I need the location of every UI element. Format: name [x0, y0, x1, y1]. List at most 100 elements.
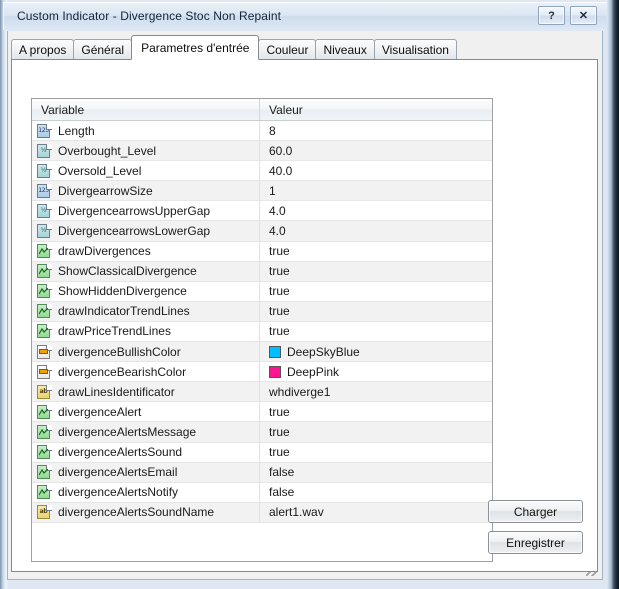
value-text: false — [269, 485, 295, 500]
variable-name: ShowClassicalDivergence — [58, 264, 197, 279]
table-row[interactable]: drawDivergences true — [32, 241, 492, 262]
value-text: DeepSkyBlue — [287, 344, 360, 359]
value-text: 4.0 — [269, 203, 286, 218]
str-type-icon: ab — [37, 505, 52, 520]
value-text: true — [269, 324, 290, 339]
value-cell[interactable]: 1 — [260, 181, 492, 200]
table-row[interactable]: drawPriceTrendLines true — [32, 321, 492, 343]
variable-cell: ½ Overbought_Level — [32, 141, 260, 161]
value-cell[interactable]: false — [260, 483, 492, 502]
value-text: true — [269, 304, 290, 319]
table-row[interactable]: ShowHiddenDivergence true — [32, 281, 492, 302]
table-row[interactable]: drawIndicatorTrendLines true — [32, 301, 492, 322]
variable-name: DivergencearrowsUpperGap — [58, 203, 211, 218]
bool-type-icon — [37, 485, 52, 500]
tab-g-n-ral[interactable]: Général — [73, 39, 133, 60]
color-type-icon — [37, 364, 52, 379]
tab-visualisation[interactable]: Visualisation — [373, 39, 457, 60]
save-button[interactable]: Enregistrer — [488, 531, 583, 554]
value-cell[interactable]: alert1.wav — [260, 503, 492, 522]
table-row[interactable]: ab divergenceAlertsSoundName alert1.wav — [32, 502, 492, 523]
table-row[interactable]: ½ Oversold_Level 40.0 — [32, 161, 492, 182]
variable-name: DivergearrowSize — [58, 183, 153, 198]
table-row[interactable]: ½ DivergencearrowsLowerGap 4.0 — [32, 221, 492, 242]
table-row[interactable]: ShowClassicalDivergence true — [32, 261, 492, 282]
table-row[interactable]: ½ DivergencearrowsUpperGap 4.0 — [32, 201, 492, 222]
value-text: false — [269, 465, 295, 480]
value-cell[interactable]: 60.0 — [260, 141, 492, 160]
load-button[interactable]: Charger — [488, 500, 583, 523]
variable-cell: ShowHiddenDivergence — [32, 281, 260, 301]
variable-cell: drawIndicatorTrendLines — [32, 301, 260, 321]
variable-cell: ShowClassicalDivergence — [32, 261, 260, 281]
dbl-type-icon: ½ — [37, 224, 52, 239]
value-text: true — [269, 284, 290, 299]
variable-name: DivergencearrowsLowerGap — [58, 224, 211, 239]
str-type-icon: ab — [37, 384, 52, 399]
value-cell[interactable]: true — [260, 302, 492, 321]
variable-cell: 123 Length — [32, 121, 260, 141]
variable-cell: divergenceAlertsMessage — [32, 422, 260, 442]
tab-parametres-d-entr-e[interactable]: Parametres d'entrée — [131, 35, 260, 60]
table-row[interactable]: divergenceBullishColor DeepSkyBlue — [32, 342, 492, 363]
table-row[interactable]: divergenceAlertsNotify false — [32, 482, 492, 503]
table-header-row: Variable Valeur — [32, 99, 492, 121]
value-cell[interactable]: 4.0 — [260, 221, 492, 240]
variable-name: divergenceAlert — [58, 404, 142, 419]
value-text: DeepPink — [287, 364, 340, 379]
value-cell[interactable]: 40.0 — [260, 161, 492, 180]
tab-a-propos[interactable]: A propos — [11, 39, 75, 60]
value-cell[interactable]: 8 — [260, 121, 492, 140]
tab-panel-input-parameters: Variable Valeur 123 Length 8 ½ Overbought_Le… — [11, 59, 598, 572]
variable-cell: ab drawLinesIdentificator — [32, 382, 260, 402]
value-cell[interactable]: true — [260, 422, 492, 441]
table-row[interactable]: 123 Length 8 — [32, 121, 492, 142]
bool-type-icon — [37, 284, 52, 299]
window-title: Custom Indicator - Divergence Stoc Non R… — [17, 9, 282, 23]
variable-name: divergenceAlertsSound — [58, 445, 183, 460]
bool-type-icon — [37, 465, 52, 480]
variable-cell: drawPriceTrendLines — [32, 321, 260, 342]
value-text: true — [269, 244, 290, 259]
tab-couleur[interactable]: Couleur — [258, 39, 317, 60]
value-text: true — [269, 445, 290, 460]
value-cell[interactable]: true — [260, 443, 492, 462]
variable-cell: divergenceBullishColor — [32, 342, 260, 362]
variable-cell: ½ DivergencearrowsUpperGap — [32, 201, 260, 221]
variable-name: divergenceBullishColor — [58, 344, 181, 359]
close-icon[interactable]: ✕ — [570, 6, 597, 25]
table-row[interactable]: divergenceAlertsSound true — [32, 442, 492, 463]
column-header-value: Valeur — [269, 102, 303, 117]
table-row[interactable]: 123 DivergearrowSize 1 — [32, 181, 492, 202]
value-cell[interactable]: DeepPink — [260, 362, 492, 381]
value-cell[interactable]: true — [260, 322, 492, 341]
variable-name: drawDivergences — [58, 244, 151, 259]
tab-niveaux[interactable]: Niveaux — [315, 39, 375, 60]
dialog-window: Custom Indicator - Divergence Stoc Non R… — [0, 0, 619, 589]
value-cell[interactable]: 4.0 — [260, 201, 492, 220]
value-text: 60.0 — [269, 143, 293, 158]
value-cell[interactable]: true — [260, 402, 492, 421]
client-area: A propos Général Parametres d'entrée Couleu… — [7, 31, 603, 580]
value-cell[interactable]: true — [260, 282, 492, 301]
value-cell[interactable]: DeepSkyBlue — [260, 342, 492, 361]
value-cell[interactable]: true — [260, 242, 492, 261]
variable-cell: 123 DivergearrowSize — [32, 181, 260, 201]
table-row[interactable]: divergenceAlertsMessage true — [32, 422, 492, 443]
table-row[interactable]: ½ Overbought_Level 60.0 — [32, 141, 492, 162]
variable-cell: ½ DivergencearrowsLowerGap — [32, 221, 260, 241]
dbl-type-icon: ½ — [37, 163, 52, 178]
value-cell[interactable]: true — [260, 262, 492, 281]
value-cell[interactable]: whdiverge1 — [260, 382, 492, 401]
table-row[interactable]: divergenceAlertsEmail false — [32, 462, 492, 483]
table-row[interactable]: ab drawLinesIdentificator whdiverge1 — [32, 382, 492, 403]
bool-type-icon — [37, 264, 52, 279]
variable-cell: ½ Oversold_Level — [32, 161, 260, 181]
bool-type-icon — [37, 424, 52, 439]
value-cell[interactable]: false — [260, 463, 492, 482]
table-row[interactable]: divergenceBearishColor DeepPink — [32, 362, 492, 383]
table-row[interactable]: divergenceAlert true — [32, 402, 492, 423]
help-icon[interactable]: ? — [538, 6, 565, 25]
color-swatch — [269, 345, 281, 358]
variable-name: divergenceBearishColor — [58, 364, 187, 379]
